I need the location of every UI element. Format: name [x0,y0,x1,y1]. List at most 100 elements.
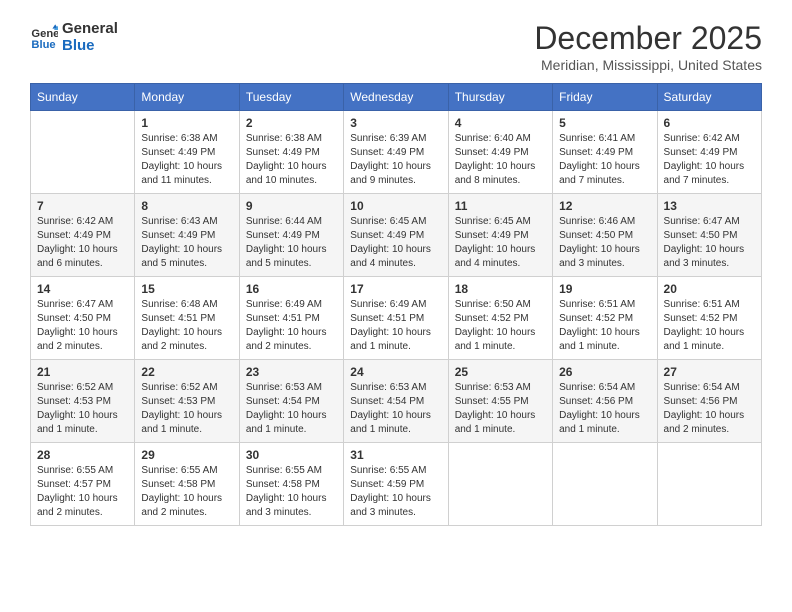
calendar-cell: 9 Sunrise: 6:44 AM Sunset: 4:49 PM Daylig… [239,194,343,277]
day-info: Sunrise: 6:53 AM Sunset: 4:54 PM Dayligh… [350,381,441,437]
day-info: Sunrise: 6:43 AM Sunset: 4:49 PM Dayligh… [141,215,232,271]
day-info: Sunrise: 6:47 AM Sunset: 4:50 PM Dayligh… [37,298,128,354]
logo-icon: General Blue [30,23,58,51]
day-number: 19 [559,282,650,296]
page-header: General Blue General Blue December 2025 … [30,20,762,73]
day-info: Sunrise: 6:50 AM Sunset: 4:52 PM Dayligh… [455,298,546,354]
header-wednesday: Wednesday [344,84,448,111]
day-number: 13 [664,199,755,213]
day-info: Sunrise: 6:44 AM Sunset: 4:49 PM Dayligh… [246,215,337,271]
day-info: Sunrise: 6:42 AM Sunset: 4:49 PM Dayligh… [664,132,755,188]
calendar-cell: 25Sunrise: 6:53 AM Sunset: 4:55 PM Dayli… [448,360,552,443]
calendar-cell: 18Sunrise: 6:50 AM Sunset: 4:52 PM Dayli… [448,277,552,360]
month-title: December 2025 [534,20,762,57]
calendar-cell: 2 Sunrise: 6:38 AM Sunset: 4:49 PM Daylig… [239,111,343,194]
day-info: Sunrise: 6:40 AM Sunset: 4:49 PM Dayligh… [455,132,546,188]
day-info: Sunrise: 6:55 AM Sunset: 4:57 PM Dayligh… [37,464,128,520]
calendar-cell: 8 Sunrise: 6:43 AM Sunset: 4:49 PM Daylig… [135,194,239,277]
day-number: 8 [141,199,232,213]
calendar-cell: 13 Sunrise: 6:47 AM Sunset: 4:50 PM Dayli… [657,194,761,277]
day-info: Sunrise: 6:45 AM Sunset: 4:49 PM Dayligh… [455,215,546,271]
calendar-cell [657,443,761,526]
calendar-cell: 30 Sunrise: 6:55 AM Sunset: 4:58 PM Dayli… [239,443,343,526]
day-number: 7 [37,199,128,213]
day-info: Sunrise: 6:38 AM Sunset: 4:49 PM Dayligh… [141,132,232,188]
day-number: 22 [141,365,232,379]
calendar-cell: 29Sunrise: 6:55 AM Sunset: 4:58 PM Dayli… [135,443,239,526]
day-info: Sunrise: 6:49 AM Sunset: 4:51 PM Dayligh… [350,298,441,354]
header-monday: Monday [135,84,239,111]
day-info: Sunrise: 6:52 AM Sunset: 4:53 PM Dayligh… [37,381,128,437]
day-info: Sunrise: 6:54 AM Sunset: 4:56 PM Dayligh… [664,381,755,437]
day-info: Sunrise: 6:51 AM Sunset: 4:52 PM Dayligh… [664,298,755,354]
calendar-cell: 24 Sunrise: 6:53 AM Sunset: 4:54 PM Dayli… [344,360,448,443]
calendar-cell: 27 Sunrise: 6:54 AM Sunset: 4:56 PM Dayli… [657,360,761,443]
calendar-cell: 26 Sunrise: 6:54 AM Sunset: 4:56 PM Dayli… [553,360,657,443]
day-number: 1 [141,116,232,130]
logo: General Blue General Blue [30,20,118,54]
calendar-cell [553,443,657,526]
day-number: 29 [141,448,232,462]
day-info: Sunrise: 6:45 AM Sunset: 4:49 PM Dayligh… [350,215,441,271]
header-friday: Friday [553,84,657,111]
calendar-cell: 31Sunrise: 6:55 AM Sunset: 4:59 PM Dayli… [344,443,448,526]
header-thursday: Thursday [448,84,552,111]
calendar-cell: 21 Sunrise: 6:52 AM Sunset: 4:53 PM Dayli… [31,360,135,443]
calendar-cell: 16 Sunrise: 6:49 AM Sunset: 4:51 PM Dayli… [239,277,343,360]
calendar-cell: 12 Sunrise: 6:46 AM Sunset: 4:50 PM Dayli… [553,194,657,277]
day-number: 30 [246,448,337,462]
day-number: 26 [559,365,650,379]
day-number: 23 [246,365,337,379]
day-number: 21 [37,365,128,379]
day-number: 5 [559,116,650,130]
calendar-cell: 23 Sunrise: 6:53 AM Sunset: 4:54 PM Dayli… [239,360,343,443]
calendar-cell: 10Sunrise: 6:45 AM Sunset: 4:49 PM Dayli… [344,194,448,277]
day-info: Sunrise: 6:55 AM Sunset: 4:58 PM Dayligh… [246,464,337,520]
day-info: Sunrise: 6:54 AM Sunset: 4:56 PM Dayligh… [559,381,650,437]
calendar-cell: 17 Sunrise: 6:49 AM Sunset: 4:51 PM Dayli… [344,277,448,360]
day-info: Sunrise: 6:47 AM Sunset: 4:50 PM Dayligh… [664,215,755,271]
day-info: Sunrise: 6:41 AM Sunset: 4:49 PM Dayligh… [559,132,650,188]
calendar-week-5: 28 Sunrise: 6:55 AM Sunset: 4:57 PM Dayli… [31,443,762,526]
calendar-cell: 1 Sunrise: 6:38 AM Sunset: 4:49 PM Daylig… [135,111,239,194]
calendar-cell: 6 Sunrise: 6:42 AM Sunset: 4:49 PM Daylig… [657,111,761,194]
logo-blue: Blue [62,37,118,54]
day-number: 3 [350,116,441,130]
calendar-cell: 5 Sunrise: 6:41 AM Sunset: 4:49 PM Daylig… [553,111,657,194]
day-info: Sunrise: 6:46 AM Sunset: 4:50 PM Dayligh… [559,215,650,271]
day-number: 24 [350,365,441,379]
day-number: 2 [246,116,337,130]
calendar-cell: 15Sunrise: 6:48 AM Sunset: 4:51 PM Dayli… [135,277,239,360]
day-number: 11 [455,199,546,213]
calendar-week-1: 1 Sunrise: 6:38 AM Sunset: 4:49 PM Daylig… [31,111,762,194]
day-number: 15 [141,282,232,296]
header-sunday: Sunday [31,84,135,111]
day-number: 14 [37,282,128,296]
day-number: 9 [246,199,337,213]
day-info: Sunrise: 6:38 AM Sunset: 4:49 PM Dayligh… [246,132,337,188]
calendar-cell [448,443,552,526]
svg-text:Blue: Blue [31,39,55,51]
calendar-week-2: 7Sunrise: 6:42 AM Sunset: 4:49 PM Daylig… [31,194,762,277]
day-number: 27 [664,365,755,379]
title-block: December 2025 Meridian, Mississippi, Uni… [534,20,762,73]
calendar-cell: 28 Sunrise: 6:55 AM Sunset: 4:57 PM Dayli… [31,443,135,526]
calendar-table: SundayMondayTuesdayWednesdayThursdayFrid… [30,83,762,526]
day-info: Sunrise: 6:53 AM Sunset: 4:54 PM Dayligh… [246,381,337,437]
day-number: 20 [664,282,755,296]
day-info: Sunrise: 6:53 AM Sunset: 4:55 PM Dayligh… [455,381,546,437]
calendar-cell: 20 Sunrise: 6:51 AM Sunset: 4:52 PM Dayli… [657,277,761,360]
day-info: Sunrise: 6:49 AM Sunset: 4:51 PM Dayligh… [246,298,337,354]
day-info: Sunrise: 6:51 AM Sunset: 4:52 PM Dayligh… [559,298,650,354]
calendar-cell: 14 Sunrise: 6:47 AM Sunset: 4:50 PM Dayli… [31,277,135,360]
day-number: 31 [350,448,441,462]
day-number: 17 [350,282,441,296]
calendar-cell [31,111,135,194]
day-number: 16 [246,282,337,296]
logo-general: General [62,20,118,37]
calendar-cell: 11 Sunrise: 6:45 AM Sunset: 4:49 PM Dayli… [448,194,552,277]
day-number: 6 [664,116,755,130]
calendar-cell: 4Sunrise: 6:40 AM Sunset: 4:49 PM Daylig… [448,111,552,194]
day-number: 28 [37,448,128,462]
day-number: 12 [559,199,650,213]
